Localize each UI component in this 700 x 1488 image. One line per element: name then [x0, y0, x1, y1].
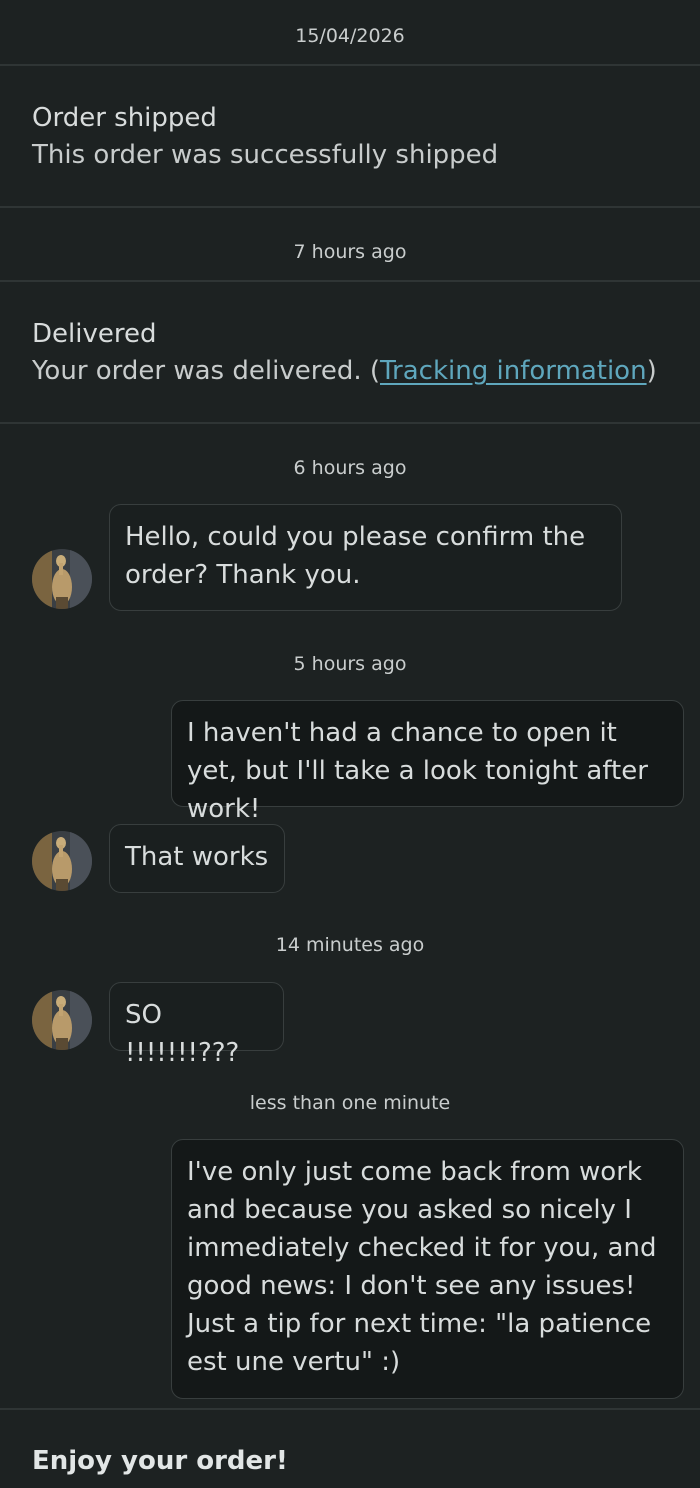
message-text: SO !!!!!!!???: [125, 1000, 240, 1068]
message-text: I've only just come back from work and b…: [187, 1157, 657, 1377]
seller-avatar[interactable]: [32, 831, 92, 891]
message-text: Hello, could you please confirm the orde…: [125, 522, 586, 590]
divider: [0, 280, 700, 282]
divider: [0, 64, 700, 66]
event-body-suffix: ): [646, 356, 657, 386]
message-text: I haven't had a chance to open it yet, b…: [187, 718, 648, 824]
tracking-information-link[interactable]: Tracking information: [380, 356, 647, 386]
message-bubble-seller: Hello, could you please confirm the orde…: [109, 504, 622, 611]
message-bubble-mine: I haven't had a chance to open it yet, b…: [171, 700, 684, 824]
date-header: 15/04/2026: [295, 25, 405, 47]
event-delivered: Delivered Your order was delivered. (Tra…: [32, 316, 682, 390]
event-title: Delivered: [32, 319, 157, 349]
timestamp: 6 hours ago: [293, 457, 407, 479]
divider: [0, 1408, 700, 1410]
timestamp: 7 hours ago: [293, 241, 407, 263]
event-body: This order was successfully shipped: [32, 140, 499, 170]
message-bubble-seller: SO !!!!!!!???: [109, 982, 284, 1068]
event-title: Order shipped: [32, 103, 217, 133]
timestamp: 5 hours ago: [293, 653, 407, 675]
footer-message: Enjoy your order!: [32, 1446, 288, 1476]
divider: [0, 206, 700, 208]
event-body-prefix: Your order was delivered. (: [32, 356, 380, 386]
message-bubble-mine: I've only just come back from work and b…: [171, 1139, 684, 1399]
seller-avatar[interactable]: [32, 990, 92, 1050]
event-order-shipped: Order shipped This order was successfull…: [32, 100, 682, 174]
event-body: Your order was delivered. (Tracking info…: [32, 352, 682, 390]
divider: [0, 422, 700, 424]
timestamp: less than one minute: [249, 1092, 451, 1114]
timestamp: 14 minutes ago: [275, 934, 425, 956]
message-text: That works: [125, 842, 269, 872]
message-bubble-seller: That works: [109, 824, 285, 893]
seller-avatar[interactable]: [32, 549, 92, 609]
